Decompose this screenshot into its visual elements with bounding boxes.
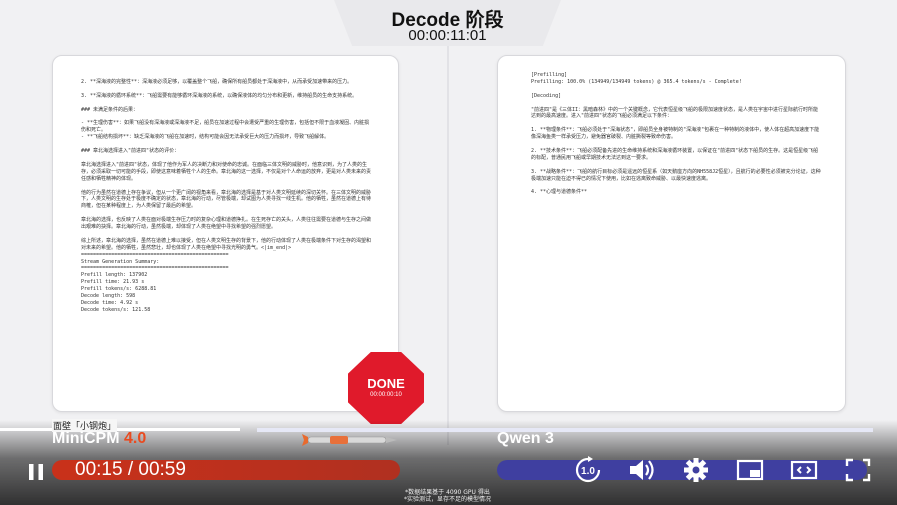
pause-icon[interactable]: [24, 460, 48, 484]
theater-icon[interactable]: [789, 456, 819, 484]
speed-icon[interactable]: 1.0: [573, 456, 603, 484]
footnote-line-1: *数据结果基于 4090 GPU 得出: [405, 489, 490, 496]
done-time: 00:00:00:10: [370, 392, 402, 398]
footnote-line-2: *实验测试，显存不足的模型情况: [403, 496, 491, 503]
minicpm-name-text: MiniCPM: [52, 430, 120, 447]
center-divider: [447, 45, 449, 445]
rocket-icon: [302, 434, 397, 446]
minicpm-version: 4.0: [124, 430, 147, 447]
footnote: *数据结果基于 4090 GPU 得出 *实验测试，显存不足的模型情况: [380, 489, 515, 503]
time-display: 00:15 / 00:59: [75, 459, 186, 480]
volume-icon[interactable]: [627, 456, 657, 484]
qwen-output-text: [Prefilling] Prefilling: 100.0% (134949/…: [531, 72, 821, 196]
qwen-terminal-window: [Prefilling] Prefilling: 100.0% (134949/…: [497, 55, 846, 412]
speed-label: 1.0: [581, 466, 595, 477]
fullscreen-icon[interactable]: [843, 456, 873, 484]
minicpm-output-text: 2. **深海液的完整性**：深海液必须足够，以覆盖整个飞船，确保所有船员都处于…: [81, 79, 372, 313]
done-label: DONE: [367, 376, 405, 391]
stage-timer: 00:00:11:01: [408, 27, 487, 44]
gear-icon[interactable]: [681, 456, 711, 484]
minicpm-model-name: MiniCPM 4.0: [52, 430, 146, 448]
miniplayer-icon[interactable]: [735, 456, 765, 484]
qwen-model-name: Qwen 3: [497, 430, 554, 447]
minicpm-terminal-window: 2. **深海液的完整性**：深海液必须足够，以覆盖整个飞船，确保所有船员都处于…: [52, 55, 399, 412]
